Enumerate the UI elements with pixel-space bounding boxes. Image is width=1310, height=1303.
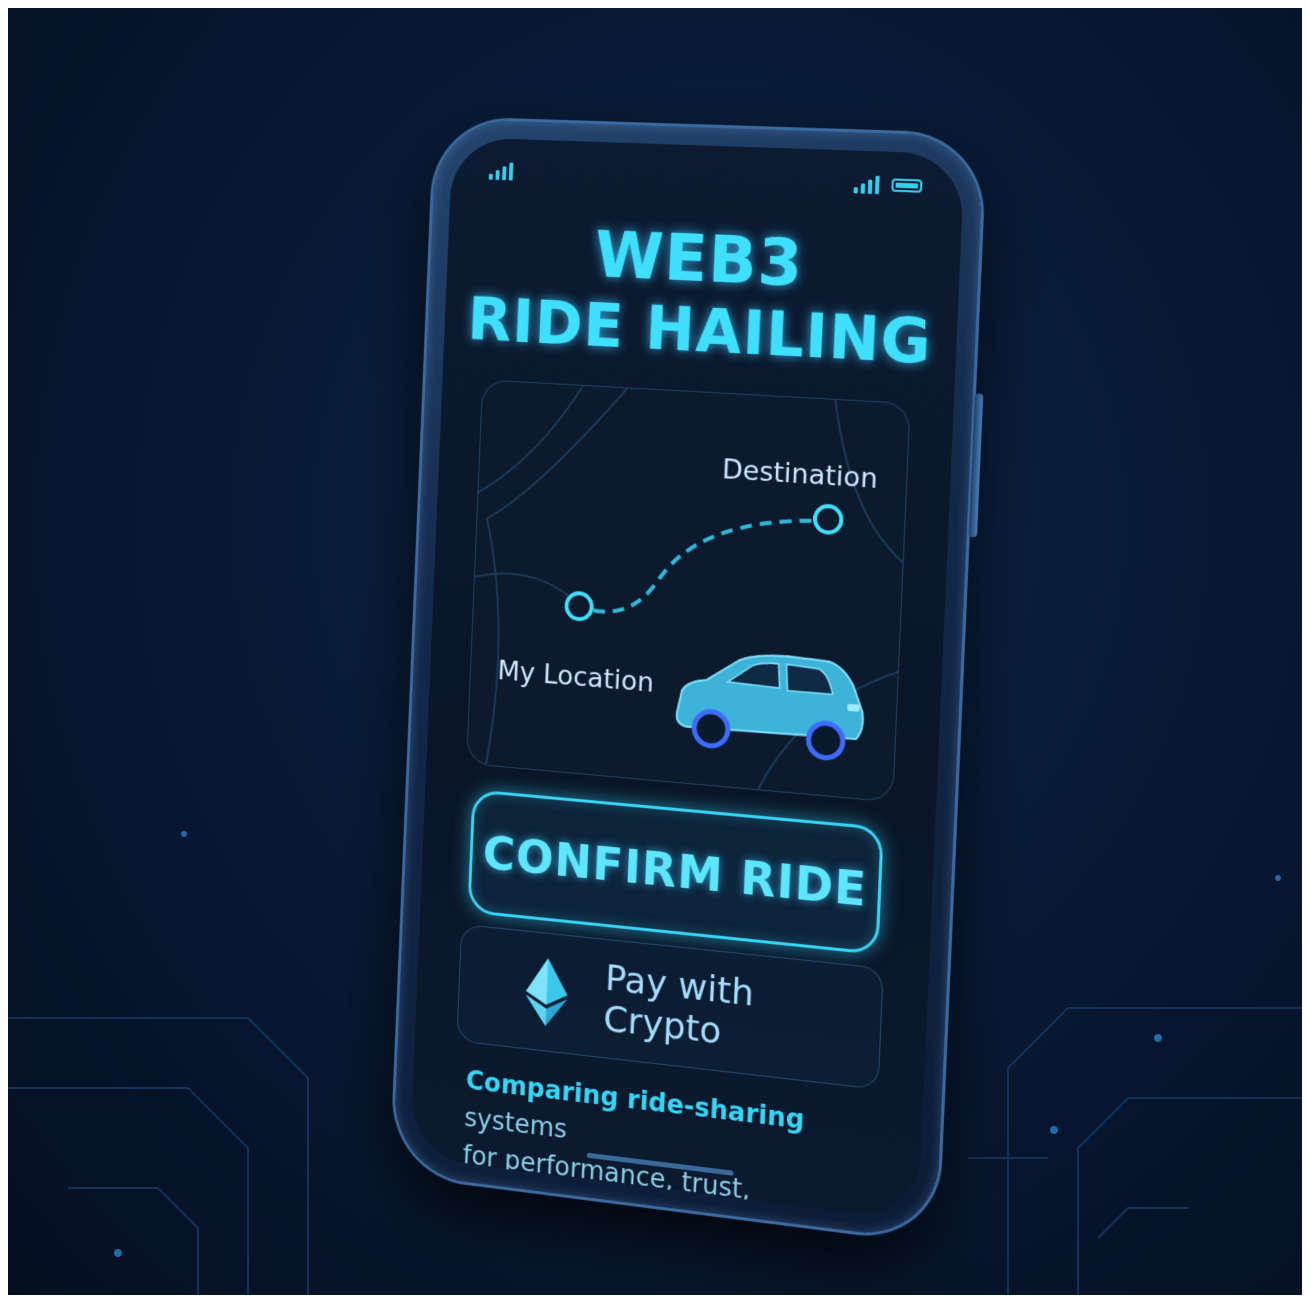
- route-map[interactable]: Destination My Location: [466, 379, 911, 803]
- phone-frame: WEB3 RIDE HAILING Destination My Locatio…: [392, 118, 985, 1242]
- tagline-line-2: for performance, trust, scalability: [460, 1140, 751, 1222]
- phone-screen: WEB3 RIDE HAILING Destination My Locatio…: [409, 137, 965, 1222]
- confirm-ride-label: CONFIRM RIDE: [481, 825, 869, 918]
- route-path: [593, 506, 820, 627]
- scene-background: WEB3 RIDE HAILING Destination My Locatio…: [8, 8, 1302, 1295]
- battery-icon: [891, 178, 923, 193]
- side-button: [968, 393, 984, 538]
- car-icon: [675, 648, 865, 761]
- pay-with-crypto-label: Pay with Crypto: [602, 957, 755, 1053]
- signal-icon: [853, 175, 880, 195]
- destination-marker: [815, 505, 842, 533]
- tagline-rest: systems: [463, 1103, 568, 1146]
- origin-marker: [566, 592, 592, 620]
- map-graphic: [467, 380, 911, 802]
- tagline: Comparing ride-sharing systems for perfo…: [460, 1062, 881, 1221]
- signal-icon: [488, 162, 514, 181]
- app-title: WEB3 RIDE HAILING: [444, 214, 962, 380]
- ethereum-icon: [524, 956, 570, 1029]
- phone-container: WEB3 RIDE HAILING Destination My Locatio…: [8, 8, 1302, 1295]
- status-bar: [488, 160, 923, 200]
